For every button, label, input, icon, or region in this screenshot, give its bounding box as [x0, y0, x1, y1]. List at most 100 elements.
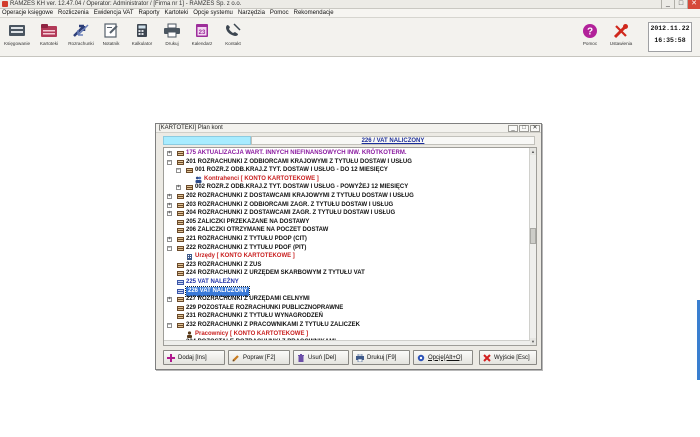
worker-icon — [186, 330, 193, 338]
expand-plus-icon[interactable]: + — [167, 151, 172, 156]
scroll-up-arrow-icon[interactable]: ▲ — [530, 148, 536, 155]
calculator-icon — [133, 22, 152, 39]
dialog-button-bar: Dodaj [Ins] Popraw [F2] Usuń [Del] Druku… — [163, 350, 537, 366]
menu-rozliczenia[interactable]: Rozliczenia — [58, 9, 89, 17]
account-group-icon — [177, 150, 184, 157]
dialog-title-bar: [KARTOTEKI] Plan kont _ □ ✕ — [156, 124, 541, 133]
account-group-icon — [177, 159, 184, 166]
minimize-button[interactable]: _ — [661, 0, 674, 9]
ledger-icon — [8, 22, 27, 39]
expand-plus-icon[interactable]: + — [167, 202, 172, 208]
dodaj-button[interactable]: Dodaj [Ins] — [163, 350, 225, 365]
exit-x-icon — [483, 353, 491, 362]
scroll-thumb[interactable] — [530, 228, 536, 244]
collapse-minus-icon[interactable]: − — [167, 245, 172, 251]
menu-raporty[interactable]: Raporty — [139, 9, 160, 17]
ksiegowanie-button[interactable]: Księgowanie — [2, 21, 32, 54]
drukuj-toolbar-button[interactable]: Drukuj — [157, 21, 187, 54]
scroll-down-arrow-icon[interactable]: ▼ — [530, 338, 536, 345]
expand-plus-icon[interactable]: + — [167, 297, 172, 303]
expand-plus-icon[interactable]: + — [176, 185, 181, 191]
window-title: RAMZES KH ver. 12.47.04 / Operator: Admi… — [10, 1, 242, 7]
svg-text:?: ? — [587, 26, 593, 37]
menu-ewidencja-vat[interactable]: Ewidencja VAT — [94, 9, 134, 17]
account-group-icon — [177, 305, 184, 312]
account-group-icon — [177, 245, 184, 252]
collapse-minus-icon[interactable]: − — [167, 159, 172, 165]
collapse-minus-icon[interactable]: − — [176, 168, 181, 174]
usun-label: Usuń [Del] — [308, 354, 337, 361]
collapse-minus-icon[interactable]: − — [167, 323, 172, 328]
expand-plus-icon[interactable]: + — [167, 237, 172, 242]
office-icon — [186, 253, 193, 261]
selected-account-header[interactable]: 226 / VAT NALICZONY — [251, 136, 535, 145]
account-search-field[interactable] — [163, 136, 251, 145]
window-controls: _ □ ✕ — [661, 0, 700, 9]
account-group-icon — [177, 322, 184, 329]
account-group-icon — [177, 262, 184, 269]
maximize-button[interactable]: □ — [674, 0, 687, 9]
tree-vertical-scrollbar[interactable]: ▲ ▼ — [529, 148, 536, 345]
wyjscie-label: Wyjście [Esc] — [494, 354, 530, 361]
usun-button[interactable]: Usuń [Del] — [293, 350, 349, 365]
tools-icon — [612, 22, 631, 39]
account-group-icon — [177, 210, 184, 217]
drukuj-button[interactable]: Drukuj [F9] — [352, 350, 410, 365]
account-group-icon — [177, 202, 184, 209]
account-group-icon — [177, 296, 184, 303]
dialog-close-button[interactable]: ✕ — [530, 125, 540, 132]
account-tree-rows: +175 AKTUALIZACJA WART. INNYCH NIEFINANS… — [164, 148, 530, 345]
kalkulator-label: Kalkulator — [131, 41, 153, 46]
ustawienia-button[interactable]: Ustawienia — [606, 21, 636, 54]
plus-icon — [167, 353, 175, 362]
drukuj-dialog-label: Drukuj [F9] — [367, 354, 397, 361]
rozrachunki-button[interactable]: Rozrachunki — [66, 21, 96, 54]
menu-pomoc[interactable]: Pomoc — [270, 9, 289, 17]
close-button[interactable]: ✕ — [687, 0, 700, 9]
menu-opcje-systemu[interactable]: Opcje systemu — [193, 9, 233, 17]
ustawienia-label: Ustawienia — [609, 41, 633, 46]
account-group-icon — [186, 184, 193, 191]
account-group-icon — [177, 270, 184, 277]
account-group-icon — [186, 167, 193, 174]
kontakt-button[interactable]: Kontakt — [218, 21, 248, 54]
wyjscie-button[interactable]: Wyjście [Esc] — [479, 350, 537, 365]
account-group-icon — [177, 236, 184, 243]
dialog-minimize-button[interactable]: _ — [508, 125, 518, 132]
notepad-icon — [102, 22, 121, 39]
expand-plus-icon[interactable]: + — [167, 211, 172, 217]
menu-rekomendacje[interactable]: Rekomendacje — [294, 9, 334, 17]
kalendarz-button[interactable]: 23 Kalendarz — [187, 21, 217, 54]
account-tree[interactable]: +175 AKTUALIZACJA WART. INNYCH NIEFINANS… — [163, 147, 537, 346]
kalkulator-button[interactable]: Kalkulator — [127, 21, 157, 54]
popraw-button[interactable]: Popraw [F2] — [228, 350, 290, 365]
dialog-title: [KARTOTEKI] Plan kont — [159, 125, 223, 131]
dialog-maximize-button[interactable]: □ — [519, 125, 529, 132]
dialog-window-controls: _ □ ✕ — [507, 125, 540, 132]
main-toolbar: Księgowanie Kartoteki Rozrachunki Notatn… — [0, 18, 700, 57]
menu-operacje-ksiegowe[interactable]: Operacje księgowe — [2, 9, 53, 17]
tree-horizontal-scrollbar[interactable] — [164, 340, 530, 345]
help-icon: ? — [581, 22, 600, 39]
printer-icon — [356, 353, 364, 362]
app-logo-icon — [2, 1, 8, 7]
expand-plus-icon[interactable]: + — [167, 194, 172, 199]
printer-icon — [163, 22, 182, 39]
gear-icon — [417, 354, 425, 362]
people-icon — [195, 176, 202, 183]
kartoteki-button[interactable]: Kartoteki — [34, 21, 64, 54]
pomoc-button[interactable]: ? Pomoc — [575, 21, 605, 54]
opcje-button[interactable]: Opcje[Alt+O] — [413, 350, 473, 365]
ksiegowanie-label: Księgowanie — [3, 41, 31, 46]
current-time: 16:35:58 — [654, 37, 686, 44]
notatnik-button[interactable]: Notatnik — [96, 21, 126, 54]
kartoteki-label: Kartoteki — [39, 41, 59, 46]
notatnik-label: Notatnik — [102, 41, 120, 46]
phone-icon — [224, 22, 243, 39]
dodaj-label: Dodaj [Ins] — [178, 354, 207, 361]
menu-narzedzia[interactable]: Narzędzia — [238, 9, 265, 17]
menu-bar: Operacje księgowe Rozliczenia Ewidencja … — [0, 9, 700, 18]
pencil-icon — [232, 354, 240, 362]
menu-kartoteki[interactable]: Kartoteki — [165, 9, 189, 17]
opcje-label: Opcje[Alt+O] — [428, 354, 463, 361]
